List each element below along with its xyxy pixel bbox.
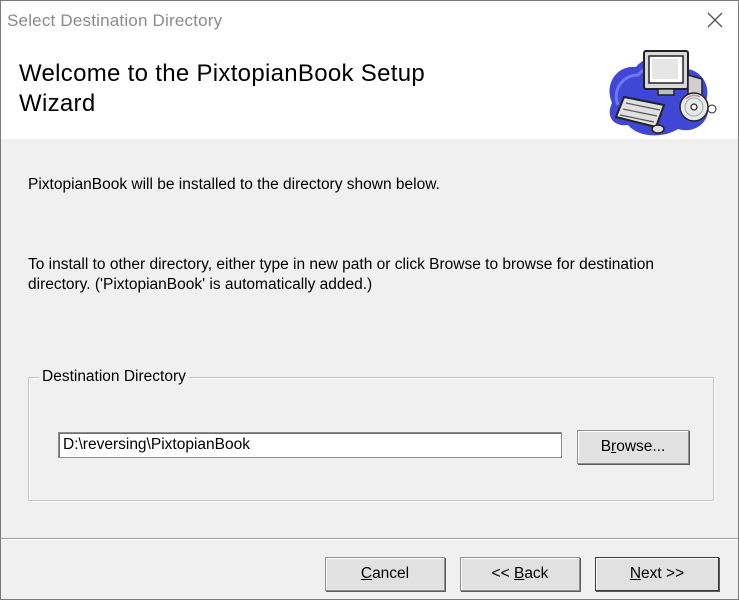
destination-directory-label: Destination Directory	[39, 368, 189, 386]
install-instructions-message: To install to other directory, either ty…	[28, 256, 655, 293]
footer-divider	[1, 538, 738, 540]
back-label-accelerator: B	[513, 565, 525, 582]
close-button[interactable]	[692, 1, 738, 39]
close-icon	[707, 12, 723, 28]
wizard-body: PixtopianBook will be installed to the d…	[1, 139, 738, 539]
next-button[interactable]: Next >>	[595, 557, 719, 591]
back-label-prefix: <<	[491, 565, 514, 582]
title-bar: Select Destination Directory	[1, 1, 738, 39]
browse-label-rest: owse...	[616, 438, 666, 455]
destination-directory-group: Destination Directory Browse...	[28, 368, 714, 501]
back-label-rest: ack	[524, 565, 549, 582]
wizard-title-line1: Welcome to the PixtopianBook Setup	[19, 60, 425, 87]
cancel-button[interactable]: Cancel	[325, 557, 445, 591]
window-title: Select Destination Directory	[7, 11, 223, 30]
destination-path-input[interactable]	[58, 432, 562, 458]
cancel-label-rest: ancel	[372, 565, 410, 582]
back-button[interactable]: << Back	[460, 557, 580, 591]
wizard-title-line2: Wizard	[19, 90, 96, 117]
browse-label-prefix: B	[600, 438, 612, 455]
next-label-accelerator: N	[629, 565, 642, 582]
computer-with-cd-icon	[609, 50, 717, 136]
setup-dialog: Select Destination Directory Welcome to …	[0, 0, 739, 600]
next-label-rest: ext >>	[641, 565, 685, 582]
install-location-message: PixtopianBook will be installed to the d…	[28, 176, 440, 193]
wizard-header: Welcome to the PixtopianBook Setup Wizar…	[1, 39, 738, 139]
cancel-label-accelerator: C	[360, 565, 373, 582]
browse-button[interactable]: Br owse...	[577, 430, 689, 464]
wizard-title: Welcome to the PixtopianBook Setup Wizar…	[19, 59, 539, 119]
